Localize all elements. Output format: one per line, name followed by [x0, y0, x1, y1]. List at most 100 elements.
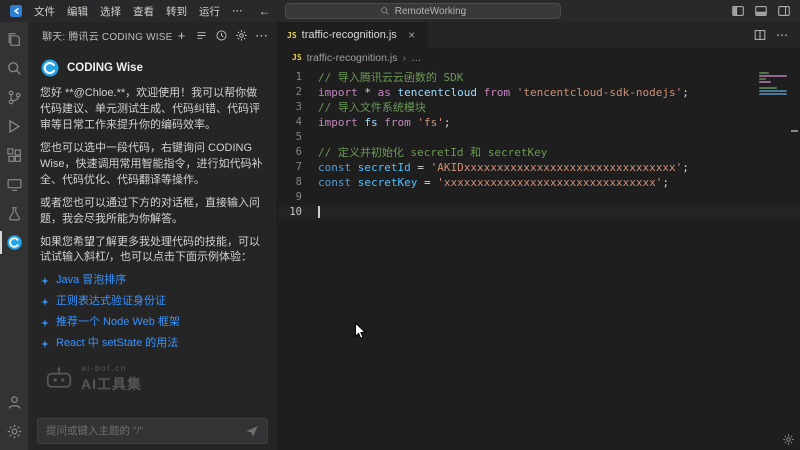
- chat-input[interactable]: [46, 425, 245, 437]
- example-link-label: React 中 setState 的用法: [56, 336, 178, 352]
- sidebar-header: 聊天: 腾讯云 CODING WISE +⋯: [28, 22, 277, 49]
- line-number: 10: [278, 205, 318, 220]
- coding-wise-icon: [6, 234, 23, 251]
- menu-转到[interactable]: 转到: [160, 0, 193, 22]
- title-bar: 文件编辑选择查看转到运行 ⋯ ← → RemoteWorking: [0, 0, 800, 22]
- example-link[interactable]: 正则表达式验证身份证: [40, 294, 265, 310]
- activity-extensions[interactable]: [0, 141, 28, 170]
- activity-testing[interactable]: [0, 199, 28, 228]
- account-icon: [6, 394, 23, 411]
- new-chat-button[interactable]: +: [172, 26, 191, 45]
- layout-sidebar-left-icon[interactable]: [727, 2, 748, 20]
- sparkle-icon: [40, 276, 50, 286]
- send-icon[interactable]: [245, 424, 259, 438]
- gear-icon: [6, 423, 23, 440]
- menu-文件[interactable]: 文件: [28, 0, 61, 22]
- menu-查看[interactable]: 查看: [127, 0, 160, 22]
- workbench: 聊天: 腾讯云 CODING WISE +⋯ CODING Wise 您好 **…: [0, 22, 800, 450]
- watermark-name: AI工具集: [81, 374, 142, 394]
- activity-bar-bottom: [0, 388, 28, 446]
- code-lines: 1// 导入腾讯云云函数的 SDK2import * as tencentclo…: [278, 70, 800, 220]
- breadcrumb[interactable]: JS traffic-recognition.js › …: [278, 48, 800, 67]
- code-line-3[interactable]: 3// 导入文件系统模块: [278, 100, 800, 115]
- code-line-7[interactable]: 7const secretId = 'AKIDxxxxxxxxxxxxxxxxx…: [278, 160, 800, 175]
- code-text: const secretId = 'AKIDxxxxxxxxxxxxxxxxxx…: [318, 160, 689, 175]
- chat-input-box: [37, 418, 268, 444]
- code-text: import * as tencentcloud from 'tencentcl…: [318, 85, 689, 100]
- tab-traffic-recognition-js[interactable]: JS traffic-recognition.js ×: [278, 22, 428, 48]
- code-line-9[interactable]: 9: [278, 190, 800, 205]
- sidebar-title: 聊天: 腾讯云 CODING WISE: [42, 28, 172, 43]
- example-link[interactable]: 推荐一个 Node Web 框架: [40, 315, 265, 331]
- code-text: [318, 205, 320, 220]
- watermark-site: ai-bot.cn: [81, 362, 142, 374]
- split-editor[interactable]: [750, 25, 770, 45]
- layout-panel-icon[interactable]: [750, 2, 771, 20]
- example-link[interactable]: Java 冒泡排序: [40, 273, 265, 289]
- sidebar-header-icons: +⋯: [172, 26, 271, 45]
- activity-bar: [0, 22, 28, 450]
- example-link[interactable]: React 中 setState 的用法: [40, 336, 265, 352]
- app-logo-icon: [8, 4, 24, 18]
- code-line-5[interactable]: 5: [278, 130, 800, 145]
- chat-sidebar: 聊天: 腾讯云 CODING WISE +⋯ CODING Wise 您好 **…: [28, 22, 278, 450]
- line-number: 4: [278, 115, 318, 130]
- example-link-label: 正则表达式验证身份证: [56, 294, 166, 310]
- debug-icon: [6, 118, 23, 135]
- code-text: // 导入腾讯云云函数的 SDK: [318, 70, 463, 85]
- tab-label: traffic-recognition.js: [302, 29, 397, 41]
- activity-run-debug[interactable]: [0, 112, 28, 141]
- nav-back-button[interactable]: ←: [259, 4, 271, 18]
- menu-bar: 文件编辑选择查看转到运行: [28, 0, 226, 22]
- activity-coding-wise-chat[interactable]: [0, 228, 28, 257]
- tab-close-icon[interactable]: ×: [405, 28, 419, 42]
- editor-scrollbar[interactable]: [789, 67, 800, 450]
- code-text: const secretKey = 'xxxxxxxxxxxxxxxxxxxxx…: [318, 175, 669, 190]
- activity-accounts[interactable]: [0, 388, 28, 417]
- breadcrumb-separator: ›: [403, 52, 407, 64]
- code-line-6[interactable]: 6// 定义并初始化 secretId 和 secretKey: [278, 145, 800, 160]
- menu-overflow-button[interactable]: ⋯: [226, 5, 249, 17]
- code-line-8[interactable]: 8const secretKey = 'xxxxxxxxxxxxxxxxxxxx…: [278, 175, 800, 190]
- activity-remote-explorer[interactable]: [0, 170, 28, 199]
- breadcrumb-file[interactable]: traffic-recognition.js: [307, 52, 398, 64]
- example-links: Java 冒泡排序正则表达式验证身份证推荐一个 Node Web 框架 React…: [40, 273, 265, 352]
- code-area[interactable]: 1// 导入腾讯云云函数的 SDK2import * as tencentclo…: [278, 67, 800, 450]
- activity-source-control[interactable]: [0, 83, 28, 112]
- activity-bar-items: [0, 25, 28, 257]
- menu-运行[interactable]: 运行: [193, 0, 226, 22]
- chat-settings-button[interactable]: [232, 26, 251, 45]
- robot-logo-icon: [44, 365, 74, 391]
- line-number: 8: [278, 175, 318, 190]
- chat-history-button[interactable]: [212, 26, 231, 45]
- line-number: 9: [278, 190, 318, 205]
- assistant-name: CODING Wise: [67, 60, 143, 77]
- more-actions-button[interactable]: ⋯: [252, 26, 271, 45]
- coding-wise-avatar: [40, 58, 60, 78]
- code-text: // 导入文件系统模块: [318, 100, 426, 115]
- code-text: import fs from 'fs';: [318, 115, 451, 130]
- code-line-1[interactable]: 1// 导入腾讯云云函数的 SDK: [278, 70, 800, 85]
- sparkle-icon: [40, 339, 50, 349]
- code-line-4[interactable]: 4import fs from 'fs';: [278, 115, 800, 130]
- code-line-10[interactable]: 10: [278, 205, 800, 220]
- code-line-2[interactable]: 2import * as tencentcloud from 'tencentc…: [278, 85, 800, 100]
- files-icon: [6, 31, 23, 48]
- layout-sidebar-right-icon[interactable]: [773, 2, 794, 20]
- chat-list-button[interactable]: [192, 26, 211, 45]
- activity-explorer[interactable]: [0, 25, 28, 54]
- chat-paragraph: 您好 **@Chloe.**，欢迎使用！我可以帮你做代码建议、单元测试生成、代码…: [40, 86, 265, 134]
- line-number: 7: [278, 160, 318, 175]
- javascript-file-icon: JS: [292, 53, 302, 62]
- breadcrumb-more[interactable]: …: [411, 52, 422, 64]
- minimap[interactable]: [759, 72, 787, 102]
- editor-more-actions-button[interactable]: ⋯: [772, 25, 792, 45]
- corner-gear-icon[interactable]: [782, 433, 795, 446]
- activity-settings[interactable]: [0, 417, 28, 446]
- menu-编辑[interactable]: 编辑: [61, 0, 94, 22]
- example-link-label: 推荐一个 Node Web 框架: [56, 315, 180, 331]
- command-center[interactable]: RemoteWorking: [285, 3, 561, 19]
- source-control-icon: [6, 89, 23, 106]
- activity-search[interactable]: [0, 54, 28, 83]
- menu-选择[interactable]: 选择: [94, 0, 127, 22]
